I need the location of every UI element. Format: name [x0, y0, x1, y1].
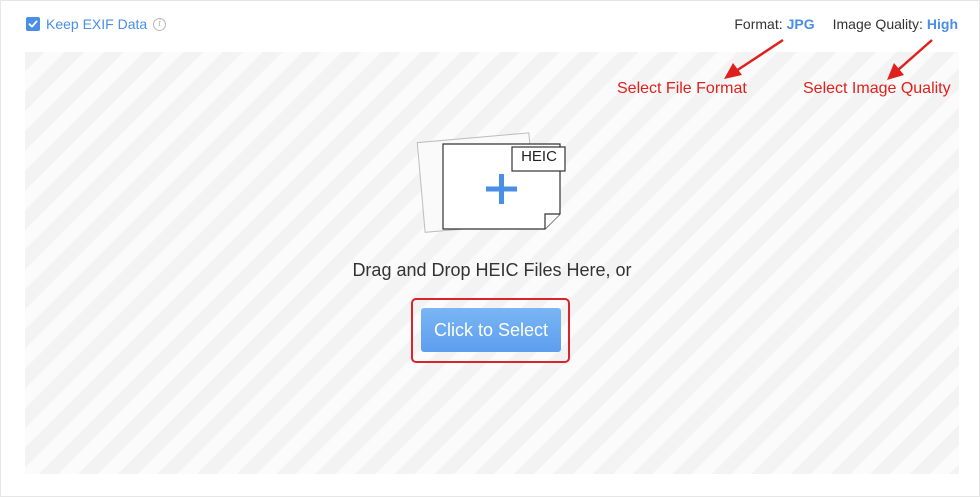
annotation-format: Select File Format	[617, 80, 747, 97]
select-files-button[interactable]: Click to Select	[421, 308, 561, 352]
file-upload-icon	[416, 132, 566, 233]
drop-instructions: Drag and Drop HEIC Files Here, or	[352, 260, 632, 280]
conversion-options: Format: JPG Image Quality: High	[716, 14, 958, 34]
checkmark-icon	[28, 20, 38, 28]
exif-checkbox[interactable]	[26, 17, 40, 31]
keep-exif-option[interactable]: Keep EXIF Data i	[26, 15, 167, 33]
quality-dropdown[interactable]: High	[927, 16, 958, 32]
format-option: Format: JPG	[734, 16, 814, 32]
quality-label: Image Quality:	[832, 16, 923, 32]
format-label: Format:	[734, 16, 783, 32]
annotation-quality: Select Image Quality	[803, 80, 951, 97]
exif-label[interactable]: Keep EXIF Data	[46, 16, 147, 32]
quality-option: Image Quality: High	[833, 16, 958, 32]
format-badge: HEIC	[521, 148, 557, 165]
format-dropdown[interactable]: JPG	[787, 16, 815, 32]
info-icon[interactable]: i	[153, 17, 167, 31]
file-drop-zone[interactable]: HEIC Drag and Drop HEIC Files Here, or C…	[25, 52, 959, 474]
